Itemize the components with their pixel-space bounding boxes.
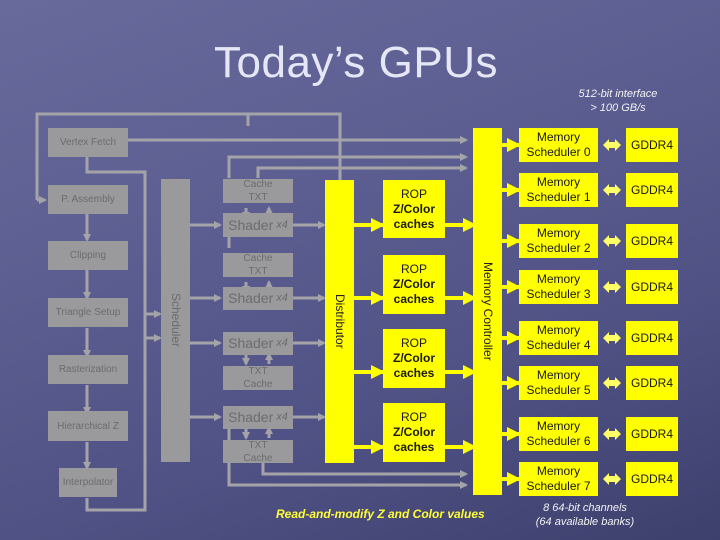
rop-block-2: ROP Z/Color caches	[383, 255, 445, 314]
gddr4-block-5: GDDR4	[626, 366, 678, 400]
channels-note-line-2: (64 available banks)	[535, 516, 635, 528]
rop-3-line1: ROP	[400, 336, 427, 350]
channels-note-line-1: 8 64-bit channels	[543, 502, 627, 514]
rop-2-line2: Z/Color	[393, 277, 435, 291]
cache-txt-block-1: Cache TXT	[223, 179, 293, 203]
rop-4-line3: caches	[393, 440, 435, 454]
rop-1-line2: Z/Color	[393, 201, 435, 216]
cache-txt-1-line2: TXT	[248, 192, 268, 203]
memory-scheduler-5-line1: Memory	[536, 368, 581, 382]
triangle-setup-block: Triangle Setup	[48, 298, 128, 327]
shader-3-multiplier: x4	[276, 337, 288, 349]
memory-scheduler-5: Memory Scheduler 5	[519, 366, 598, 400]
shader-4-multiplier: x4	[276, 411, 288, 423]
memory-scheduler-4: Memory Scheduler 4	[519, 321, 598, 355]
rop-1-line3: caches	[393, 216, 435, 231]
memory-scheduler-7-line2: Scheduler 7	[526, 479, 591, 493]
rop-2-line3: caches	[393, 292, 435, 306]
txt-cache-block-2: TXT Cache	[223, 439, 293, 464]
distributor-bar: Distributor	[325, 180, 354, 463]
p-assembly-block: P. Assembly	[48, 185, 128, 214]
memory-scheduler-3: Memory Scheduler 3	[519, 270, 598, 304]
memory-controller-bar: Memory Controller	[473, 128, 502, 495]
rop-block-4: ROP Z/Color caches	[383, 403, 445, 462]
txt-cache-1-line2: Cache	[243, 379, 273, 390]
memory-controller-label: Memory Controller	[481, 262, 495, 361]
memory-scheduler-3-line2: Scheduler 3	[526, 287, 591, 301]
cache-txt-block-2: Cache TXT	[223, 253, 293, 277]
txt-cache-block-1: TXT Cache	[223, 366, 293, 390]
memory-scheduler-7: Memory Scheduler 7	[519, 462, 598, 496]
memory-scheduler-2: Memory Scheduler 2	[519, 224, 598, 258]
channels-note: 8 64-bit channels (64 available banks)	[520, 501, 650, 529]
memory-scheduler-0: Memory Scheduler 0	[519, 128, 598, 162]
memory-scheduler-0-line2: Scheduler 0	[526, 145, 591, 159]
connection-wires	[35, 112, 621, 512]
distributor-label: Distributor	[333, 294, 347, 349]
txt-cache-2-line1: TXT	[248, 439, 268, 451]
memory-scheduler-1-line2: Scheduler 1	[526, 190, 591, 204]
bidirectional-arrows	[603, 139, 621, 485]
shader-block-2: Shader x4	[223, 287, 293, 310]
shader-2-label: Shader	[228, 290, 274, 306]
memory-scheduler-6: Memory Scheduler 6	[519, 417, 598, 451]
rop-4-line1: ROP	[400, 410, 427, 424]
hierarchical-z-block: Hierarchical Z	[48, 411, 128, 441]
gddr4-block-3: GDDR4	[626, 270, 678, 304]
rop-2-line1: ROP	[400, 262, 427, 276]
scheduler-label: Scheduler	[169, 293, 183, 348]
rop-block-1: ROP Z/Color caches	[383, 180, 445, 238]
rop-3-line3: caches	[393, 366, 435, 380]
gddr4-block-1: GDDR4	[626, 173, 678, 207]
memory-scheduler-6-line1: Memory	[536, 419, 581, 433]
gddr4-block-6: GDDR4	[626, 417, 678, 451]
memory-scheduler-3-line1: Memory	[536, 272, 581, 286]
memory-scheduler-0-line1: Memory	[536, 130, 581, 144]
gddr4-block-2: GDDR4	[626, 224, 678, 258]
shader-1-label: Shader	[228, 216, 274, 233]
read-modify-note: Read-and-modify Z and Color values	[276, 507, 485, 521]
rop-3-line2: Z/Color	[393, 351, 435, 365]
shader-block-4: Shader x4	[223, 406, 293, 429]
rop-block-3: ROP Z/Color caches	[383, 329, 445, 388]
rop-4-line2: Z/Color	[393, 425, 435, 439]
shader-4-label: Shader	[228, 409, 274, 425]
gddr4-block-4: GDDR4	[626, 321, 678, 355]
memory-scheduler-7-line1: Memory	[536, 464, 581, 478]
interpolator-block: Interpolator	[59, 468, 117, 497]
memory-scheduler-2-line1: Memory	[536, 226, 581, 240]
memory-scheduler-5-line2: Scheduler 5	[526, 383, 591, 397]
memory-scheduler-4-line1: Memory	[536, 323, 581, 337]
shader-2-multiplier: x4	[276, 292, 288, 304]
memory-scheduler-1-line1: Memory	[536, 175, 581, 189]
txt-cache-2-line2: Cache	[243, 452, 273, 464]
shader-1-multiplier: x4	[276, 218, 288, 231]
memory-scheduler-2-line2: Scheduler 2	[526, 241, 591, 255]
shader-block-1: Shader x4	[223, 213, 293, 237]
shader-3-label: Shader	[228, 335, 274, 351]
shader-block-3: Shader x4	[223, 332, 293, 355]
txt-cache-1-line1: TXT	[248, 366, 268, 377]
clipping-block: Clipping	[48, 241, 128, 270]
gddr4-block-0: GDDR4	[626, 128, 678, 162]
rasterization-block: Rasterization	[48, 355, 128, 384]
cache-txt-1-line1: Cache	[243, 179, 273, 190]
scheduler-bar: Scheduler	[161, 179, 190, 462]
cache-txt-2-line2: TXT	[248, 266, 268, 277]
rop-1-line1: ROP	[400, 186, 427, 201]
gddr4-block-7: GDDR4	[626, 462, 678, 496]
memory-scheduler-4-line2: Scheduler 4	[526, 338, 591, 352]
memory-scheduler-6-line2: Scheduler 6	[526, 434, 591, 448]
vertex-fetch-block: Vertex Fetch	[48, 128, 128, 157]
cache-txt-2-line1: Cache	[243, 253, 273, 264]
memory-scheduler-1: Memory Scheduler 1	[519, 173, 598, 207]
